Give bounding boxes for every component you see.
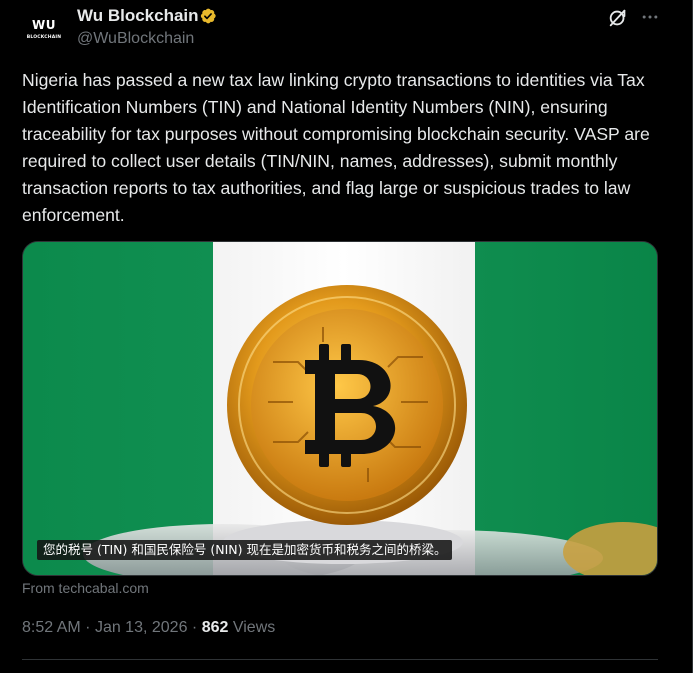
meta-separator: · (85, 619, 91, 636)
avatar-wordmark: WU (32, 18, 56, 32)
link-source[interactable]: From techcabal.com (22, 580, 149, 596)
tweet-meta: 8:52 AM · Jan 13, 2026 · 862 Views (22, 619, 275, 637)
tweet-text: Nigeria has passed a new tax law linking… (22, 70, 655, 225)
views-count[interactable]: 862 (202, 619, 229, 636)
tweet-media-image[interactable] (22, 241, 658, 576)
author-display-name[interactable]: Wu Blockchain (77, 6, 199, 26)
more-options-icon[interactable] (640, 7, 660, 27)
grok-icon[interactable] (607, 7, 629, 29)
media-caption: 您的税号 (TIN) 和国民保险号 (NIN) 现在是加密货币和税务之间的桥梁。 (37, 540, 453, 560)
avatar-subtext: BLOCKCHAIN (26, 35, 62, 40)
views-label: Views (232, 619, 276, 636)
tweet-time[interactable]: 8:52 AM (22, 619, 81, 636)
author-handle[interactable]: @WuBlockchain (77, 30, 194, 48)
avatar[interactable]: WU BLOCKCHAIN (22, 6, 66, 50)
tweet-date[interactable]: Jan 13, 2026 (95, 619, 188, 636)
verified-badge-icon (200, 8, 216, 24)
bitcoin-coin-illustration (83, 285, 657, 575)
meta-separator: · (191, 619, 198, 636)
divider (22, 659, 658, 660)
